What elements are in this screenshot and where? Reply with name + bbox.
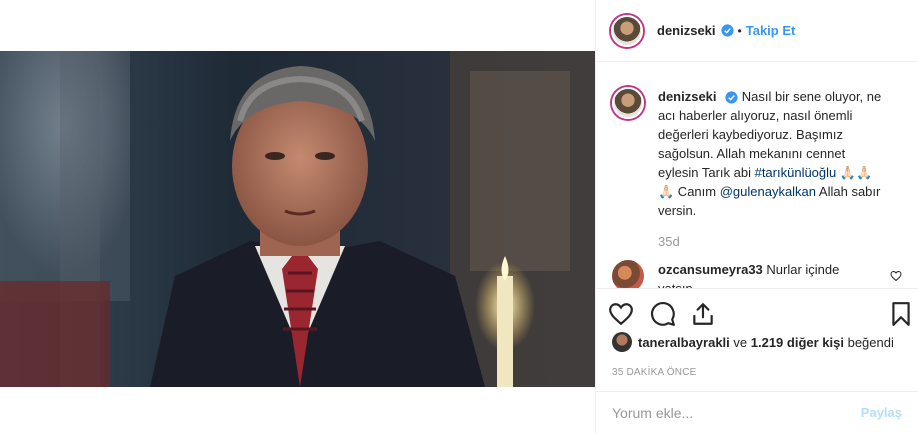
post-header: denizseki • Takip Et	[596, 0, 918, 62]
hashtag-link[interactable]: #tarıkünlüoğlu	[755, 165, 837, 180]
likes-count[interactable]: 1.219 diğer kişi	[751, 335, 844, 350]
author-username[interactable]: denizseki	[657, 23, 716, 38]
post-image[interactable]	[0, 51, 595, 387]
add-comment-bar: Yorum ekle... Paylaş	[596, 391, 918, 433]
post-side-panel: denizseki • Takip Et denizseki Nasıl bir…	[595, 0, 918, 433]
likes-suffix: beğendi	[843, 334, 894, 350]
comment-text: ozcansumeyra33 Nurlar içinde yatsın	[658, 260, 858, 288]
mention-link[interactable]: @gulenaykalkan	[720, 184, 816, 199]
bookmark-icon[interactable]	[888, 301, 914, 327]
action-bar	[596, 288, 918, 332]
comment-icon[interactable]	[650, 301, 676, 327]
caption-text: denizseki Nasıl bir sene oluyor, ne acı …	[658, 87, 888, 220]
heart-icon[interactable]	[608, 301, 634, 327]
post-comment-button[interactable]: Paylaş	[861, 405, 902, 420]
comment-item: ozcansumeyra33 Nurlar içinde yatsın	[612, 260, 902, 288]
caption-avatar[interactable]	[612, 87, 644, 119]
follow-button[interactable]: Takip Et	[746, 23, 796, 38]
commenter-username[interactable]: ozcansumeyra33	[658, 262, 763, 277]
author-avatar[interactable]	[611, 14, 643, 47]
share-icon[interactable]	[690, 301, 716, 327]
header-separator: •	[737, 23, 742, 38]
likes-summary: taneralbayrakli ve 1.219 diğer kişi beğe…	[612, 332, 908, 352]
caption-age[interactable]: 35d	[658, 234, 902, 249]
caption: denizseki Nasıl bir sene oluyor, ne acı …	[612, 87, 902, 220]
liker-username[interactable]: taneralbayrakli	[638, 335, 730, 350]
liker-avatar[interactable]	[612, 332, 632, 352]
post-photo	[0, 51, 595, 387]
comments-list[interactable]: denizseki Nasıl bir sene oluyor, ne acı …	[596, 63, 918, 288]
comment-input[interactable]: Yorum ekle...	[612, 405, 861, 421]
post-timestamp[interactable]: 35 DAKİKA ÖNCE	[612, 367, 697, 378]
caption-mid: Canım	[674, 184, 720, 199]
commenter-avatar[interactable]	[612, 260, 644, 288]
comment-like-heart-icon[interactable]	[890, 270, 902, 282]
verified-badge-icon	[725, 91, 738, 104]
caption-username[interactable]: denizseki	[658, 89, 717, 104]
likes-connector: ve	[729, 334, 751, 350]
verified-badge-icon	[720, 24, 734, 37]
